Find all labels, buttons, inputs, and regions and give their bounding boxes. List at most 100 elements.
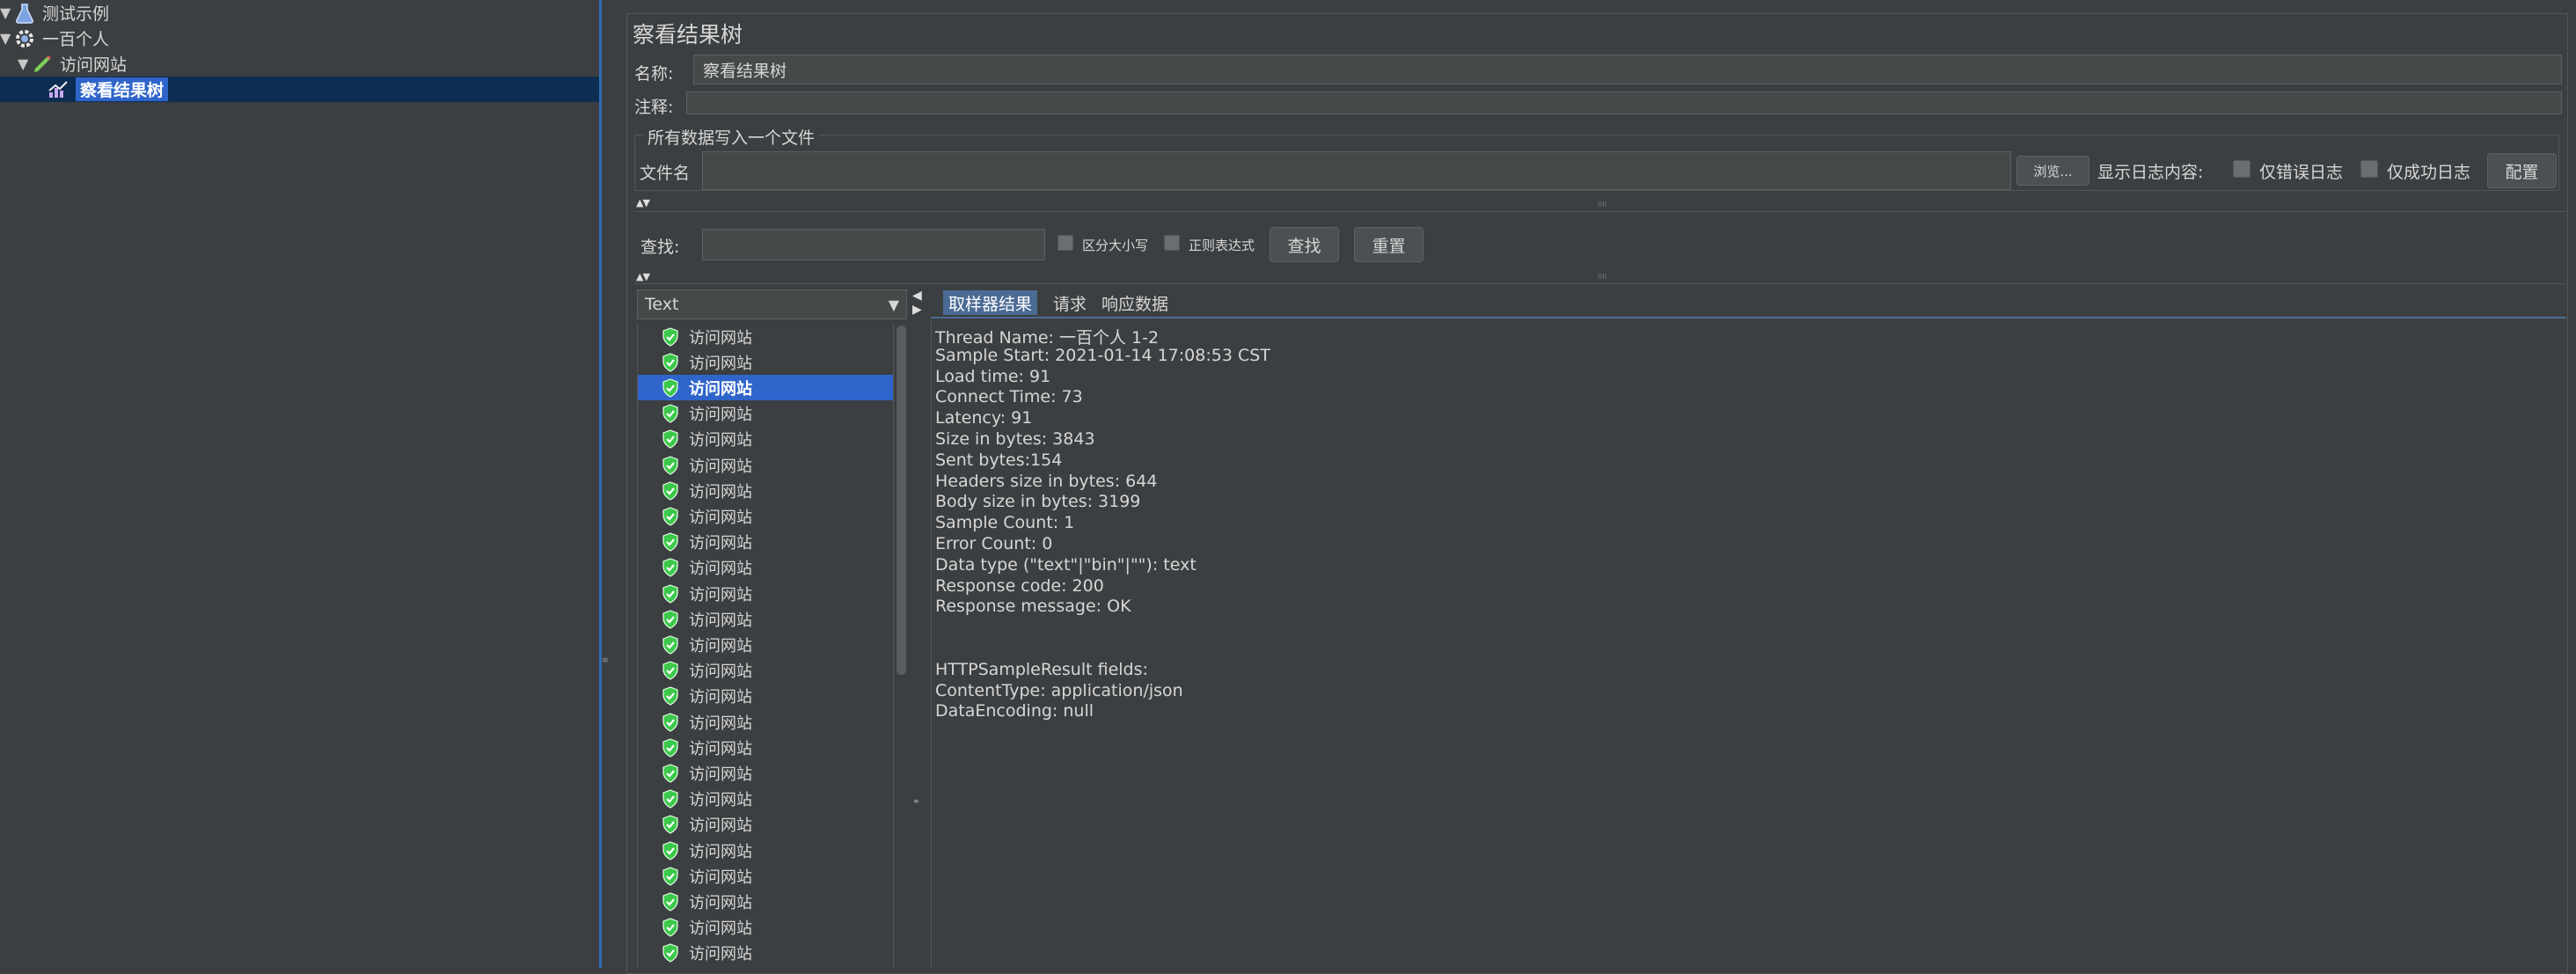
tree-node-http-sampler[interactable]: ▼ 访问网站: [18, 51, 127, 77]
result-item[interactable]: 访问网站: [638, 606, 893, 632]
result-item[interactable]: 访问网站: [638, 632, 893, 657]
result-item-label: 访问网站: [689, 688, 752, 707]
success-shield-icon: [662, 507, 678, 526]
result-item[interactable]: 访问网站: [638, 349, 893, 375]
result-item-label: 访问网站: [689, 457, 752, 476]
result-item[interactable]: 访问网站: [638, 941, 893, 966]
detail-line: Sample Start: 2021-01-14 17:08:53 CST: [935, 345, 1270, 365]
result-item[interactable]: 访问网站: [638, 581, 893, 606]
success-shield-icon: [662, 686, 678, 706]
result-item[interactable]: 访问网站: [638, 375, 893, 401]
result-item-label: 访问网站: [689, 482, 752, 502]
results-splitter[interactable]: ◀ ▶ ≡: [911, 289, 924, 968]
scrollbar-thumb[interactable]: [896, 326, 906, 675]
tree-node-label: 访问网站: [60, 55, 128, 75]
result-item-label: 访问网站: [689, 893, 752, 912]
sampler-result-panel: Thread Name: 一百个人 1-2 Sample Start: 2021-…: [931, 320, 2568, 968]
detail-line: DataEncoding: null: [935, 701, 1094, 721]
result-item-label: 访问网站: [689, 585, 752, 604]
result-item-label: 访问网站: [689, 379, 752, 399]
success-shield-icon: [662, 610, 678, 629]
tree-node-test-plan[interactable]: ▼ 测试示例: [0, 0, 109, 26]
result-item[interactable]: 访问网站: [638, 760, 893, 786]
result-item[interactable]: 访问网站: [638, 324, 893, 349]
search-input[interactable]: [702, 229, 1045, 260]
result-item-label: 访问网站: [689, 842, 752, 861]
success-shield-icon: [662, 583, 678, 604]
success-shield-icon: [662, 455, 678, 475]
browse-button[interactable]: 浏览...: [2016, 156, 2089, 186]
result-item[interactable]: 访问网站: [638, 735, 893, 760]
tab-response-data[interactable]: 响应数据: [1096, 290, 1174, 315]
main-splitter[interactable]: ≡: [599, 0, 609, 968]
result-item[interactable]: 访问网站: [638, 709, 893, 735]
pencil-icon: [32, 54, 53, 75]
success-shield-icon: [662, 840, 678, 860]
result-item[interactable]: 访问网站: [638, 478, 893, 503]
expand-arrow-icon[interactable]: ▼: [0, 4, 14, 21]
result-item[interactable]: 访问网站: [638, 838, 893, 863]
tree-node-thread-group[interactable]: ▼ 一百个人: [0, 26, 109, 51]
results-scrollbar[interactable]: [893, 324, 908, 968]
filename-field[interactable]: [702, 151, 2011, 190]
success-shield-icon: [662, 326, 678, 347]
result-item-label: 访问网站: [689, 636, 752, 655]
tree-node-label: 察看结果树: [76, 77, 169, 101]
detail-line: Sent bytes:154: [935, 450, 1063, 470]
name-field[interactable]: 察看结果树: [693, 55, 2562, 84]
result-item[interactable]: 访问网站: [638, 863, 893, 889]
configure-button[interactable]: 配置: [2487, 153, 2557, 188]
tab-request[interactable]: 请求: [1048, 290, 1092, 315]
success-shield-icon: [662, 661, 678, 680]
result-item-label: 访问网站: [689, 791, 752, 810]
reset-button[interactable]: 重置: [1354, 227, 1423, 262]
tree-node-label: 测试示例: [42, 4, 110, 24]
divider-grip-icon[interactable]: ⁝⁝⁝⁝: [1598, 273, 1606, 281]
log-content-label: 显示日志内容:: [2097, 163, 2204, 182]
result-item[interactable]: 访问网站: [638, 452, 893, 478]
result-item[interactable]: 访问网站: [638, 427, 893, 452]
comment-field[interactable]: [686, 92, 2562, 114]
test-plan-tree: ▼ 测试示例 ▼ 一百个人 ▼ 访问网站 察看结果树: [0, 0, 599, 968]
expand-arrow-icon[interactable]: ▼: [0, 30, 14, 47]
view-results-tree-panel: 察看结果树 名称: 察看结果树 注释: 所有数据写入一个文件 文件名 浏览...…: [608, 0, 2576, 974]
search-label: 查找:: [640, 238, 680, 257]
success-shield-icon: [662, 764, 678, 783]
case-sensitive-checkbox[interactable]: [1057, 235, 1073, 251]
result-item[interactable]: 访问网站: [638, 503, 893, 529]
result-item[interactable]: 访问网站: [638, 915, 893, 941]
splitter-arrows-icon[interactable]: ◀ ▶: [912, 289, 922, 317]
case-sensitive-label: 区分大小写: [1082, 238, 1149, 253]
result-item[interactable]: 访问网站: [638, 401, 893, 427]
detail-line: Latency: 91: [935, 408, 1033, 428]
expand-arrow-icon[interactable]: ▼: [18, 55, 32, 72]
result-item[interactable]: 访问网站: [638, 658, 893, 684]
result-item[interactable]: 访问网站: [638, 787, 893, 812]
renderer-select[interactable]: Text ▼: [637, 289, 907, 319]
success-only-checkbox[interactable]: [2360, 160, 2378, 178]
chart-icon: [48, 79, 69, 100]
tree-node-label: 一百个人: [42, 30, 110, 49]
tree-node-view-results-tree[interactable]: 察看结果树: [0, 77, 599, 102]
success-shield-icon: [662, 892, 678, 912]
chevron-down-icon[interactable]: ▼: [889, 297, 899, 313]
result-item[interactable]: 访问网站: [638, 530, 893, 555]
result-item[interactable]: 访问网站: [638, 812, 893, 838]
result-item-label: 访问网站: [689, 919, 752, 939]
detail-line: Response code: 200: [935, 575, 1104, 596]
result-item[interactable]: 访问网站: [638, 684, 893, 709]
result-item-label: 访问网站: [689, 663, 752, 682]
divider-grip-icon[interactable]: ⁝⁝⁝⁝: [1598, 201, 1606, 209]
result-item-label: 访问网站: [689, 431, 752, 450]
errors-only-checkbox[interactable]: [2233, 160, 2250, 178]
collapse-arrows-icon[interactable]: ▲▼: [636, 271, 650, 282]
tab-sampler-result[interactable]: 取样器结果: [943, 290, 1038, 315]
success-shield-icon: [662, 943, 678, 963]
result-item[interactable]: 访问网站: [638, 889, 893, 914]
result-item[interactable]: 访问网站: [638, 555, 893, 581]
splitter-line: [599, 0, 602, 968]
regex-checkbox[interactable]: [1164, 235, 1180, 251]
success-only-label: 仅成功日志: [2387, 163, 2471, 182]
find-button[interactable]: 查找: [1270, 227, 1339, 262]
collapse-arrows-icon[interactable]: ▲▼: [636, 197, 650, 209]
